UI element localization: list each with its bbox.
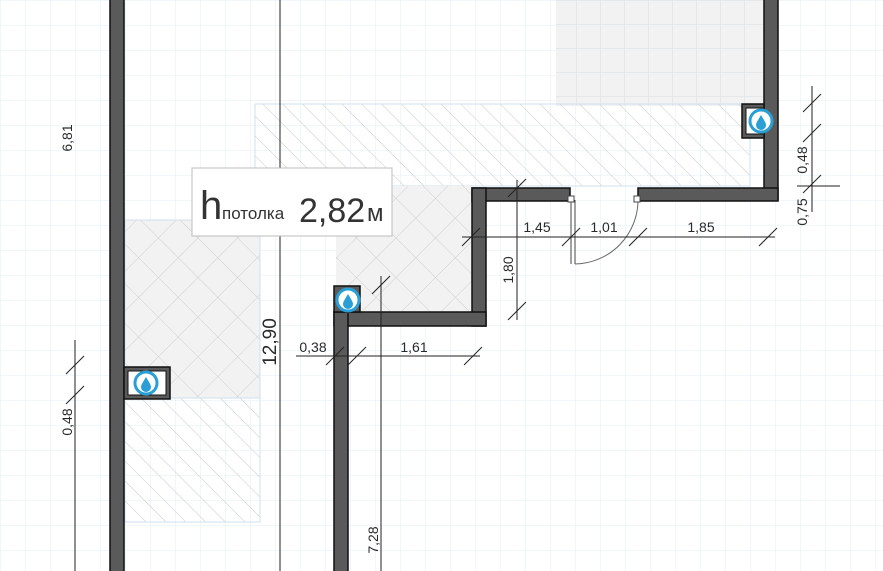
ceiling-prefix: h xyxy=(200,184,222,228)
dim-notch-height: 1,80 xyxy=(500,256,516,283)
water-drop-icon[interactable] xyxy=(133,370,159,396)
water-drop-icon[interactable] xyxy=(748,108,774,134)
dim-door-width: 1,01 xyxy=(590,219,617,235)
wall-inner-vertical xyxy=(333,311,349,571)
dim-notch-width: 1,45 xyxy=(523,219,550,235)
dim-lower-height: 7,28 xyxy=(365,526,381,553)
water-drop-icon[interactable] xyxy=(335,287,361,313)
ceiling-unit: м xyxy=(367,200,384,227)
wall-right xyxy=(763,0,779,201)
ceiling-value: 2,82 xyxy=(299,192,365,230)
ceiling-label: потолка xyxy=(222,204,285,223)
wall-step-horizontal xyxy=(333,311,487,327)
wall-left xyxy=(109,0,125,571)
ceiling-height-label: h потолка 2,82 м xyxy=(191,167,393,237)
dim-right-gap: 0,75 xyxy=(794,198,810,225)
wall-notch-vertical xyxy=(471,187,487,327)
dim-left-riser: 0,48 xyxy=(59,408,75,435)
tiled-zone xyxy=(556,0,764,106)
dim-total-height: 12,90 xyxy=(260,318,281,366)
dim-right-riser: 0,48 xyxy=(794,146,810,173)
dim-step-width: 1,61 xyxy=(400,339,427,355)
dim-left-height: 6,81 xyxy=(59,124,75,151)
hatched-zone-left xyxy=(124,397,261,523)
dim-right-segment: 1,85 xyxy=(687,219,714,235)
floor-plan: 6,81 0,48 12,90 0,38 1,61 7,28 1,45 1,80… xyxy=(0,0,883,571)
dim-step-short: 0,38 xyxy=(299,339,326,355)
wall-right-bottom xyxy=(637,187,779,202)
